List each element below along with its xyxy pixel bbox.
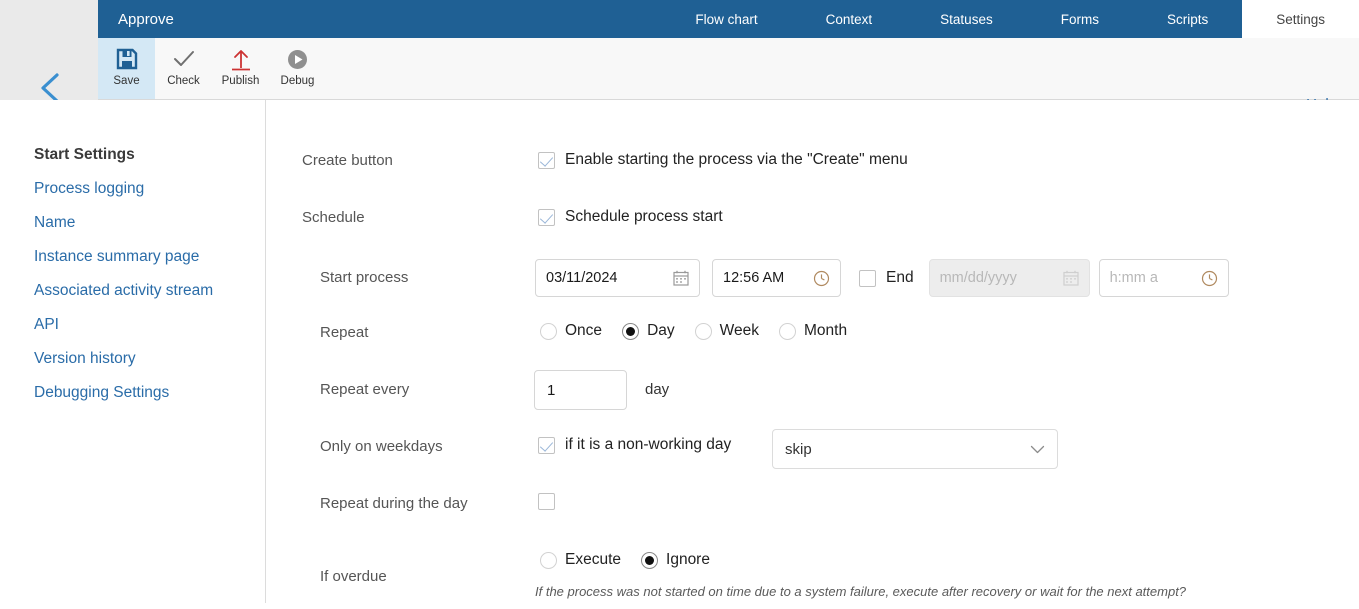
non-working-day-action-value: skip bbox=[785, 440, 812, 458]
repeat-option-week-label: Week bbox=[719, 322, 759, 339]
checkmark-icon bbox=[172, 45, 196, 73]
row-if-overdue: If overdue Execute Ignore If the process… bbox=[266, 539, 1359, 609]
create-button-checkbox-label: Enable starting the process via the "Cre… bbox=[565, 151, 908, 168]
row-repeat-every: Repeat every 1 day bbox=[266, 368, 1359, 425]
check-label: Check bbox=[167, 75, 200, 87]
repeat-every-unit: day bbox=[645, 381, 670, 398]
if-overdue-option-ignore-radio[interactable] bbox=[641, 551, 659, 569]
repeat-during-day-label: Repeat during the day bbox=[320, 495, 468, 512]
row-start-process: Start process 03/11/2024 12:56 AM End mm… bbox=[266, 254, 1359, 311]
end-time-input[interactable]: h:mm a bbox=[1098, 259, 1229, 297]
content-area: Start Settings Process logging Name Inst… bbox=[0, 100, 1359, 603]
end-time-placeholder: h:mm a bbox=[1109, 270, 1158, 286]
schedule-checkbox-label: Schedule process start bbox=[565, 208, 723, 225]
sidebar-item-associated-activity-stream[interactable]: Associated activity stream bbox=[0, 274, 265, 308]
repeat-option-month-label: Month bbox=[803, 322, 848, 339]
repeat-option-day-radio[interactable] bbox=[622, 322, 640, 340]
clock-icon bbox=[1201, 270, 1218, 287]
if-overdue-option-execute-label: Execute bbox=[565, 551, 622, 568]
create-button-checkbox[interactable] bbox=[538, 151, 555, 169]
row-only-weekdays: Only on weekdays if it is a non-working … bbox=[266, 425, 1359, 482]
non-working-day-action-select[interactable]: skip bbox=[772, 429, 1058, 469]
repeat-during-day-checkbox[interactable] bbox=[538, 493, 555, 510]
repeat-option-day-label: Day bbox=[647, 322, 675, 339]
row-repeat: Repeat Once Day Week Month bbox=[266, 311, 1359, 368]
repeat-every-input[interactable]: 1 bbox=[534, 370, 627, 410]
only-weekdays-checkbox[interactable] bbox=[538, 436, 555, 454]
main-tabs: Flow chart Context Statuses Forms Script… bbox=[661, 0, 1359, 38]
sidebar-item-process-logging[interactable]: Process logging bbox=[0, 172, 265, 206]
upload-arrow-icon bbox=[230, 45, 252, 73]
tab-context[interactable]: Context bbox=[792, 0, 907, 38]
chevron-down-icon bbox=[1030, 441, 1045, 458]
repeat-option-week-radio[interactable] bbox=[694, 322, 712, 340]
clock-icon bbox=[813, 270, 830, 287]
if-overdue-hint: If the process was not started on time d… bbox=[535, 584, 1187, 599]
sidebar-item-version-history[interactable]: Version history bbox=[0, 342, 265, 376]
top-bar: Approve Flow chart Context Statuses Form… bbox=[0, 0, 1359, 38]
sidebar-item-instance-summary-page[interactable]: Instance summary page bbox=[0, 240, 265, 274]
save-button[interactable]: Save bbox=[98, 38, 155, 99]
check-button[interactable]: Check bbox=[155, 38, 212, 99]
calendar-icon bbox=[673, 270, 689, 286]
start-settings-form: Create button Enable starting the proces… bbox=[266, 100, 1359, 603]
repeat-label: Repeat bbox=[320, 324, 369, 341]
start-date-input[interactable]: 03/11/2024 bbox=[535, 259, 700, 297]
schedule-label: Schedule bbox=[302, 209, 365, 226]
action-toolbar: Save Check Publish Debug bbox=[98, 38, 1359, 115]
tab-settings[interactable]: Settings bbox=[1242, 0, 1359, 38]
if-overdue-label: If overdue bbox=[320, 568, 387, 585]
tab-flow-chart[interactable]: Flow chart bbox=[661, 0, 791, 38]
repeat-option-once-label: Once bbox=[565, 322, 603, 339]
repeat-option-month-radio[interactable] bbox=[778, 322, 796, 340]
sidebar-item-start-settings[interactable]: Start Settings bbox=[0, 138, 265, 172]
only-weekdays-checkbox-label: if it is a non-working day bbox=[565, 436, 732, 453]
calendar-icon bbox=[1062, 270, 1079, 286]
sidebar-item-api[interactable]: API bbox=[0, 308, 265, 342]
if-overdue-option-execute-radio[interactable] bbox=[540, 551, 557, 569]
settings-sidebar: Start Settings Process logging Name Inst… bbox=[0, 100, 266, 603]
row-create-button: Create button Enable starting the proces… bbox=[266, 140, 1359, 197]
app-header-bar: Approve Flow chart Context Statuses Form… bbox=[98, 0, 1359, 38]
floppy-disk-icon bbox=[116, 45, 138, 73]
end-checkbox[interactable] bbox=[859, 269, 876, 287]
schedule-checkbox[interactable] bbox=[538, 208, 555, 226]
app-title: Approve bbox=[118, 10, 174, 28]
start-date-value: 03/11/2024 bbox=[546, 270, 618, 286]
end-date-input[interactable]: mm/dd/yyyy bbox=[928, 259, 1090, 297]
row-schedule: Schedule Schedule process start bbox=[266, 197, 1359, 254]
sidebar-item-name[interactable]: Name bbox=[0, 206, 265, 240]
only-weekdays-label: Only on weekdays bbox=[320, 438, 443, 455]
tab-statuses[interactable]: Statuses bbox=[906, 0, 1027, 38]
tab-scripts[interactable]: Scripts bbox=[1133, 0, 1242, 38]
play-circle-icon bbox=[287, 45, 308, 73]
publish-label: Publish bbox=[221, 75, 260, 87]
repeat-option-once-radio[interactable] bbox=[540, 322, 557, 340]
repeat-every-label: Repeat every bbox=[320, 381, 410, 398]
if-overdue-option-ignore-label: Ignore bbox=[666, 551, 710, 568]
debug-label: Debug bbox=[280, 75, 315, 87]
row-repeat-during-day: Repeat during the day bbox=[266, 482, 1359, 539]
start-time-value: 12:56 AM bbox=[723, 270, 785, 286]
sidebar-item-debugging-settings[interactable]: Debugging Settings bbox=[0, 376, 265, 410]
end-label: End bbox=[886, 269, 914, 286]
save-label: Save bbox=[113, 75, 140, 87]
tab-forms[interactable]: Forms bbox=[1027, 0, 1133, 38]
start-process-label: Start process bbox=[320, 269, 409, 286]
debug-button[interactable]: Debug bbox=[269, 38, 326, 99]
create-button-label: Create button bbox=[302, 152, 393, 169]
end-date-placeholder: mm/dd/yyyy bbox=[939, 270, 1017, 286]
start-time-input[interactable]: 12:56 AM bbox=[712, 259, 841, 297]
toolbar-row: Save Check Publish Debug bbox=[0, 38, 1359, 115]
publish-button[interactable]: Publish bbox=[212, 38, 269, 99]
